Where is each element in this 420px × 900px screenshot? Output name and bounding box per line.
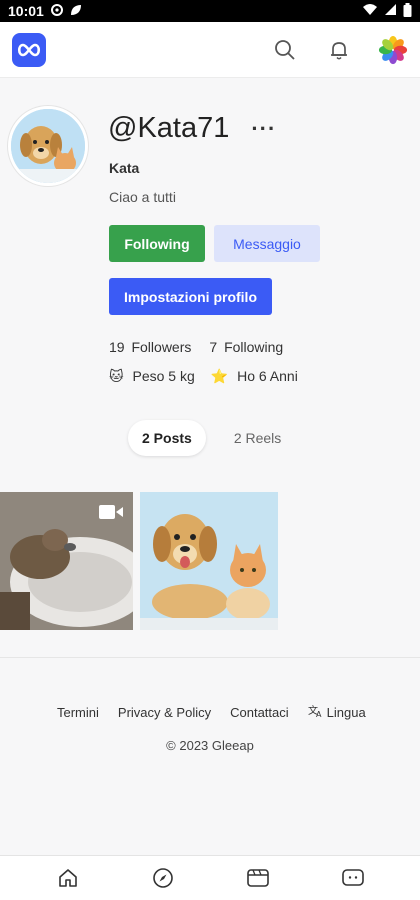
- wifi-icon: [362, 3, 378, 19]
- contact-link[interactable]: Contattaci: [230, 705, 289, 720]
- age-detail: ⭐ Ho 6 Anni: [211, 368, 298, 385]
- profile-details: 🐱 Peso 5 kg ⭐ Ho 6 Anni: [109, 368, 298, 385]
- video-camera-icon: [99, 504, 123, 525]
- search-icon[interactable]: [270, 35, 300, 65]
- bio: Ciao a tutti: [109, 189, 176, 205]
- following-count: 7: [209, 339, 218, 355]
- chat-icon[interactable]: [338, 863, 368, 893]
- following-stat[interactable]: 7 Following: [209, 339, 283, 355]
- signal-icon: [384, 3, 397, 19]
- display-name: Kata: [109, 160, 140, 176]
- weight-text: Peso 5 kg: [132, 368, 195, 384]
- followers-stat[interactable]: 19 Followers: [109, 339, 191, 355]
- bottom-navigation: [0, 855, 420, 900]
- terms-link[interactable]: Termini: [57, 705, 99, 720]
- settings-gear-icon: [50, 3, 64, 20]
- app-header: [0, 22, 420, 78]
- colorful-flower-avatar-icon[interactable]: [378, 35, 408, 65]
- infinity-logo-icon[interactable]: [12, 32, 46, 67]
- status-time: 10:01: [8, 3, 44, 19]
- following-label: Following: [224, 339, 284, 355]
- leaf-icon: [69, 3, 83, 20]
- weight-detail: 🐱 Peso 5 kg: [109, 368, 195, 385]
- content-tabs: 2 Posts 2 Reels: [128, 420, 295, 456]
- message-button[interactable]: Messaggio: [214, 225, 320, 262]
- following-button[interactable]: Following: [109, 225, 205, 262]
- compass-icon[interactable]: [148, 863, 178, 893]
- language-label: Lingua: [326, 704, 366, 720]
- language-link[interactable]: 文A Lingua: [308, 703, 366, 721]
- svg-text:A: A: [316, 710, 322, 718]
- translate-icon: 文A: [308, 703, 323, 721]
- reels-icon[interactable]: [243, 863, 273, 893]
- age-text: Ho 6 Anni: [237, 368, 298, 384]
- copyright-text: © 2023 Gleeap: [166, 738, 254, 753]
- post-thumbnail-video[interactable]: [0, 492, 133, 630]
- followers-label: Followers: [131, 339, 192, 355]
- battery-icon: [403, 2, 412, 20]
- more-options-icon[interactable]: ···: [251, 116, 276, 142]
- footer-links: Termini Privacy & Policy Contattaci 文A L…: [57, 703, 366, 721]
- profile-settings-button[interactable]: Impostazioni profilo: [109, 278, 272, 315]
- posts-grid: [0, 492, 420, 632]
- home-icon[interactable]: [53, 863, 83, 893]
- followers-count: 19: [109, 339, 125, 355]
- username: @Kata71: [108, 112, 230, 144]
- profile-stats: 19 Followers 7 Following: [109, 339, 283, 355]
- tab-reels[interactable]: 2 Reels: [220, 420, 295, 456]
- status-bar: 10:01: [0, 0, 420, 22]
- footer-divider: [0, 657, 420, 658]
- star-emoji-icon: ⭐: [210, 368, 229, 384]
- privacy-policy-link[interactable]: Privacy & Policy: [118, 705, 211, 720]
- tab-posts[interactable]: 2 Posts: [128, 420, 206, 456]
- post-thumbnail-image[interactable]: [140, 492, 278, 630]
- cat-emoji-icon: 🐱: [109, 368, 124, 384]
- bell-icon[interactable]: [324, 35, 354, 65]
- avatar[interactable]: [8, 106, 88, 186]
